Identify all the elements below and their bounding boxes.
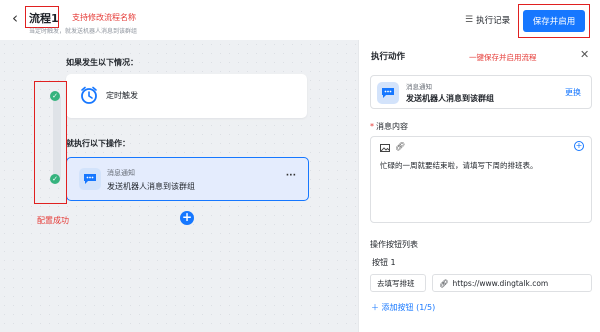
message-icon: [79, 168, 101, 190]
add-variable-icon[interactable]: +: [574, 141, 584, 151]
action-title: 消息通知: [107, 169, 135, 177]
trigger-label: 定时触发: [106, 91, 138, 100]
exec-log-label: 执行记录: [476, 16, 511, 26]
message-content-label: * 消息内容: [370, 121, 408, 132]
message-icon: [377, 82, 399, 104]
link-icon[interactable]: 🔗︎: [395, 142, 405, 151]
plus-icon: ＋: [371, 303, 382, 312]
add-button-link[interactable]: ＋ 添加按钮 (1/5): [371, 302, 435, 313]
plus-icon[interactable]: +: [180, 211, 194, 225]
button-url-input[interactable]: 🔗︎ https://www.dingtalk.com: [432, 274, 592, 292]
link-icon: 🔗︎: [439, 278, 449, 288]
page-title[interactable]: 流程1: [29, 10, 59, 26]
flow-highlight-box: [34, 81, 67, 204]
action-card[interactable]: 消息通知 发送机器人消息到该群组 ···: [66, 157, 309, 201]
save-and-enable-button[interactable]: 保存并启用: [523, 10, 585, 32]
trigger-section-label: 如果发生以下情况：: [66, 58, 138, 67]
panel-annotation: 一键保存并启用流程: [469, 53, 537, 62]
add-button-label: 添加按钮 (1/5): [381, 303, 436, 312]
list-icon: ☰: [465, 15, 474, 25]
selected-action: 消息通知 发送机器人消息到该群组 更换: [370, 75, 592, 109]
message-editor[interactable]: 🔗︎ + 忙碌的一周就要结束啦，请填写下周的排班表。: [370, 136, 592, 223]
chevron-left-icon[interactable]: ‹: [12, 10, 18, 26]
change-action-link[interactable]: 更换: [565, 87, 581, 98]
button-list-label: 操作按钮列表: [370, 240, 418, 249]
title-annotation: 支持修改流程名称: [72, 13, 136, 22]
required-mark: *: [370, 122, 374, 131]
button-text-input[interactable]: [370, 274, 426, 292]
button-1-label: 按钮 1: [372, 258, 396, 267]
trigger-card[interactable]: 定时触发: [66, 74, 307, 118]
image-icon[interactable]: [380, 144, 390, 152]
selected-action-desc: 发送机器人消息到该群组: [406, 94, 494, 103]
close-icon[interactable]: ✕: [580, 48, 589, 61]
action-section-label: 就执行以下操作：: [66, 139, 130, 148]
action-description: 发送机器人消息到该群组: [107, 182, 195, 191]
button-url-text: https://www.dingtalk.com: [452, 278, 549, 288]
message-text[interactable]: 忙碌的一周就要结束啦，请填写下周的排班表。: [380, 160, 538, 171]
more-icon[interactable]: ···: [286, 171, 296, 181]
page-subtitle: 当定时触发，就发送机器人消息到该群组: [29, 28, 138, 35]
panel-title: 执行动作: [371, 52, 406, 62]
selected-action-title: 消息通知: [406, 83, 432, 91]
config-success-annotation: 配置成功: [37, 216, 69, 225]
message-content-text: 消息内容: [376, 122, 408, 131]
exec-log-button[interactable]: ☰ 执行记录: [465, 14, 510, 26]
alarm-clock-icon: [81, 86, 97, 104]
